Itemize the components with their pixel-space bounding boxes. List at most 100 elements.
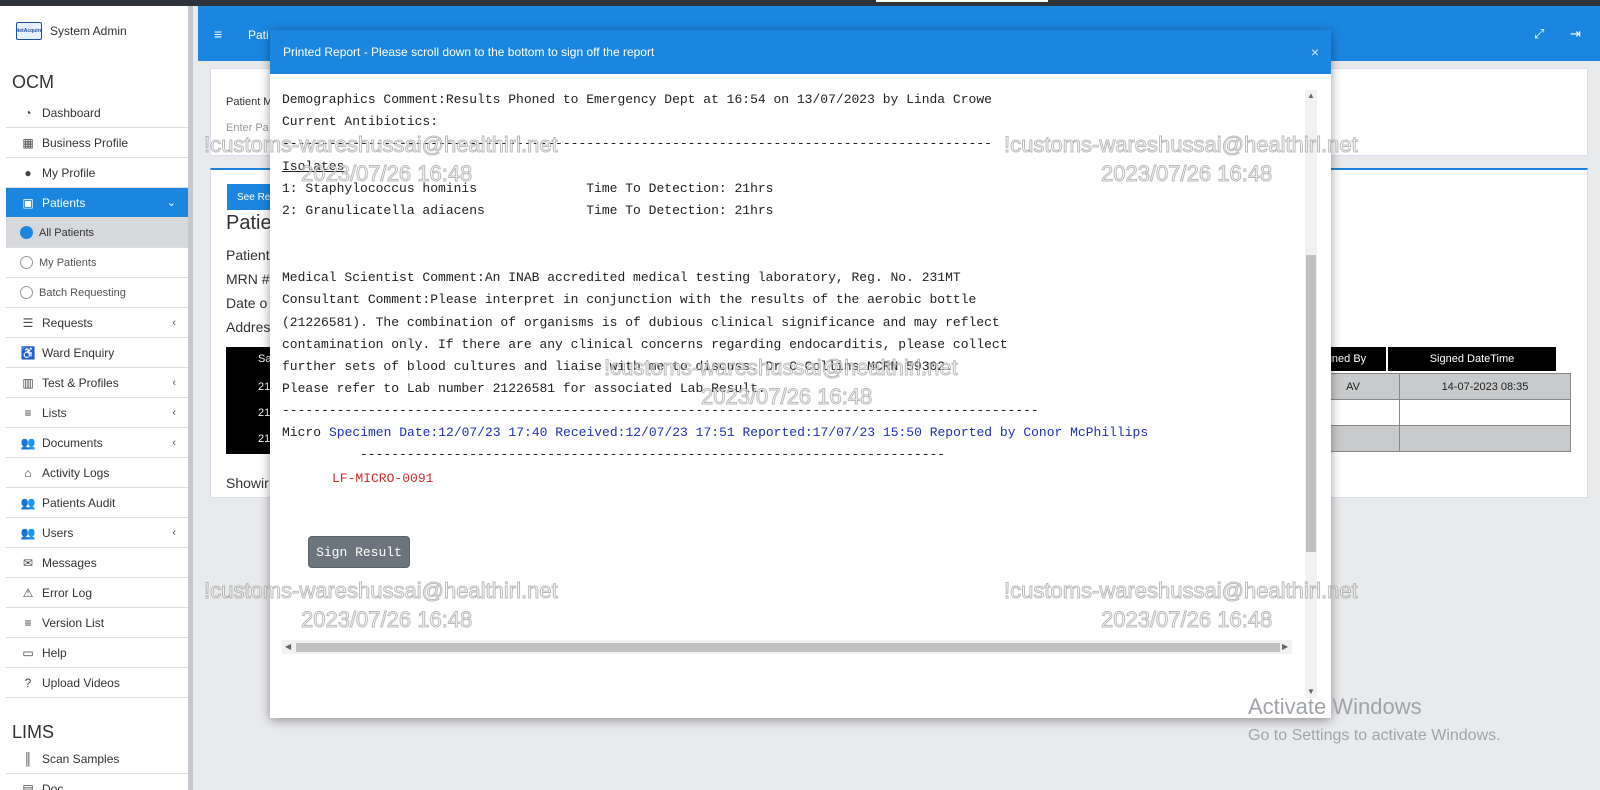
- document-icon: ▤: [22, 781, 34, 790]
- sidebar-item-doc[interactable]: ▤ Doc…: [6, 774, 188, 790]
- consultant-comment-line-3: contamination only. If there are any cli…: [282, 337, 1008, 352]
- mrn-line: MRN #: [226, 271, 270, 287]
- chevron-left-icon: ‹: [172, 406, 176, 419]
- current-antibiotics: Current Antibiotics:: [282, 114, 439, 129]
- chevron-left-icon: ‹: [172, 436, 176, 449]
- sidebar-item-scan-samples[interactable]: ║ Scan Samples: [6, 744, 188, 774]
- sidebar-item-label: Dashboard: [42, 105, 101, 120]
- sidebar-item-patients[interactable]: ▣ Patients ⌄: [6, 188, 188, 218]
- sidebar-item-my-patients[interactable]: My Patients: [6, 248, 188, 278]
- table-cell: 21: [258, 407, 271, 419]
- sidebar-item-messages[interactable]: ✉ Messages: [6, 548, 188, 578]
- sidebar-item-requests[interactable]: ☰ Requests ‹: [6, 308, 188, 338]
- section-ocm: OCM: [12, 72, 54, 92]
- app-title: System Admin: [50, 24, 127, 38]
- sidebar-item-batch-requesting[interactable]: Batch Requesting: [6, 278, 188, 308]
- sidebar-item-label: Batch Requesting: [39, 286, 126, 299]
- logout-icon[interactable]: ⇥: [1570, 26, 1581, 42]
- refer-lab-number: Please refer to Lab number 21226581 for …: [282, 381, 766, 396]
- sidebar-item-documents[interactable]: 👥 Documents ‹: [6, 428, 188, 458]
- users-icon: 👥: [20, 435, 36, 450]
- sidebar-item-my-profile[interactable]: ● My Profile: [6, 158, 188, 188]
- vertical-scrollbar[interactable]: ▲ ▼: [1305, 90, 1317, 698]
- breadcrumb: Pati: [248, 28, 269, 42]
- demographics-comment: Demographics Comment:Results Phoned to E…: [282, 92, 992, 107]
- sidebar-item-ward-enquiry[interactable]: ♿ Ward Enquiry: [6, 338, 188, 368]
- isolate-2: 2: Granulicatella adiacens Time To Detec…: [282, 203, 774, 218]
- users-icon: 👥: [20, 525, 36, 540]
- hamburger-icon[interactable]: ≡: [214, 26, 222, 42]
- sidebar-item-help[interactable]: ▭ Help: [6, 638, 188, 668]
- sidebar-item-label: Requests: [42, 315, 93, 330]
- envelope-icon: ✉: [22, 555, 34, 570]
- sidebar-item-dashboard[interactable]: ◔ Dashboard: [6, 98, 188, 128]
- id-badge-icon: ▣: [22, 195, 34, 210]
- report-code: LF-MICRO-0091: [332, 471, 434, 486]
- table-row: [1399, 425, 1571, 452]
- patient-search-label: Patient M: [226, 96, 273, 108]
- activate-windows-subtitle: Go to Settings to activate Windows.: [1248, 727, 1501, 744]
- sidebar-item-label: Doc…: [42, 781, 76, 790]
- sidebar-lims-nav: ║ Scan Samples ▤ Doc…: [6, 744, 188, 790]
- showing-entries: Showir: [226, 475, 269, 491]
- sidebar-item-label: Patients Audit: [42, 495, 116, 510]
- sidebar-item-label: Documents: [42, 435, 103, 450]
- database-icon: ☰: [22, 315, 34, 330]
- barcode-icon: ║: [23, 751, 33, 766]
- sidebar-item-activity-logs[interactable]: ⌂ Activity Logs: [6, 458, 188, 488]
- consultant-comment-line-2: (21226581). The combination of organisms…: [282, 315, 1000, 330]
- table-row: [1399, 399, 1571, 426]
- micro-label: Micro: [282, 425, 322, 440]
- isolate-1: 1: Staphylococcus hominis Time To Detect…: [282, 181, 774, 196]
- expand-icon[interactable]: ⤢: [1534, 26, 1544, 42]
- sidebar-item-business-profile[interactable]: ▦ Business Profile: [6, 128, 188, 158]
- sidebar-item-upload-videos[interactable]: ? Upload Videos: [6, 668, 188, 698]
- modal-header: Printed Report - Please scroll down to t…: [270, 30, 1331, 74]
- sidebar-item-all-patients[interactable]: All Patients: [6, 218, 188, 248]
- sidebar: NetAcquire System Admin OCM ◔ Dashboard ▦…: [0, 6, 193, 790]
- radio-empty-icon: [20, 256, 33, 269]
- consultant-comment-line-1: Consultant Comment:Please interpret in c…: [282, 292, 977, 307]
- sidebar-item-label: My Profile: [42, 165, 96, 180]
- sidebar-item-test-profiles[interactable]: ▥ Test & Profiles ‹: [6, 368, 188, 398]
- horizontal-scrollbar[interactable]: ◀ ▶: [282, 640, 1292, 654]
- medical-scientist-comment: Medical Scientist Comment:An INAB accred…: [282, 270, 961, 285]
- sidebar-item-users[interactable]: 👥 Users ‹: [6, 518, 188, 548]
- patient-search-input[interactable]: Enter Pa: [226, 122, 269, 134]
- sidebar-item-lists[interactable]: ≡ Lists ‹: [6, 398, 188, 428]
- sidebar-nav: ◔ Dashboard ▦ Business Profile ● My Profile…: [6, 98, 188, 698]
- help-card-icon: ▭: [22, 645, 34, 660]
- sign-result-button[interactable]: Sign Result: [308, 536, 410, 568]
- sidebar-item-error-log[interactable]: ⚠ Error Log: [6, 578, 188, 608]
- close-icon[interactable]: ×: [1311, 44, 1319, 60]
- table-row-signed-datetime: 14-07-2023 08:35: [1399, 373, 1571, 400]
- app-logo: NetAcquire: [16, 22, 42, 40]
- horizontal-scroll-thumb[interactable]: [296, 643, 1280, 652]
- divider-line: ----------------------------------------…: [282, 136, 992, 151]
- brand[interactable]: NetAcquire System Admin: [16, 22, 127, 40]
- sidebar-item-label: Version List: [42, 615, 105, 630]
- sidebar-item-version-list[interactable]: ≡ Version List: [6, 608, 188, 638]
- sidebar-item-label: Lists: [42, 405, 67, 420]
- scroll-right-icon[interactable]: ▶: [1282, 642, 1288, 651]
- sidebar-item-patients-audit[interactable]: 👥 Patients Audit: [6, 488, 188, 518]
- scroll-up-icon[interactable]: ▲: [1307, 91, 1315, 100]
- sidebar-item-label: Error Log: [42, 585, 93, 600]
- table-cell: 21: [258, 381, 271, 393]
- table-cell: 21: [258, 433, 271, 445]
- divider-line: ----------------------------------------…: [282, 403, 1039, 418]
- building-icon: ▦: [22, 135, 34, 150]
- vertical-scroll-thumb[interactable]: [1306, 255, 1316, 552]
- chevron-down-icon: ⌄: [166, 197, 176, 209]
- requests-table-fragment: Sa 21 21 21: [226, 347, 272, 454]
- modal-body: Demographics Comment:Results Phoned to E…: [270, 74, 1331, 718]
- scroll-left-icon[interactable]: ◀: [285, 642, 291, 651]
- patient-heading: Patie: [226, 212, 272, 234]
- sidebar-item-label: Business Profile: [42, 135, 129, 150]
- consultant-comment-line-4: further sets of blood cultures and liais…: [282, 359, 953, 374]
- modal-title: Printed Report - Please scroll down to t…: [283, 45, 655, 59]
- activate-windows-title: Activate Windows: [1248, 694, 1422, 719]
- patient-name-line: Patient: [226, 247, 270, 263]
- isolates-heading: Isolates: [282, 159, 345, 174]
- radio-filled-icon: [20, 226, 33, 239]
